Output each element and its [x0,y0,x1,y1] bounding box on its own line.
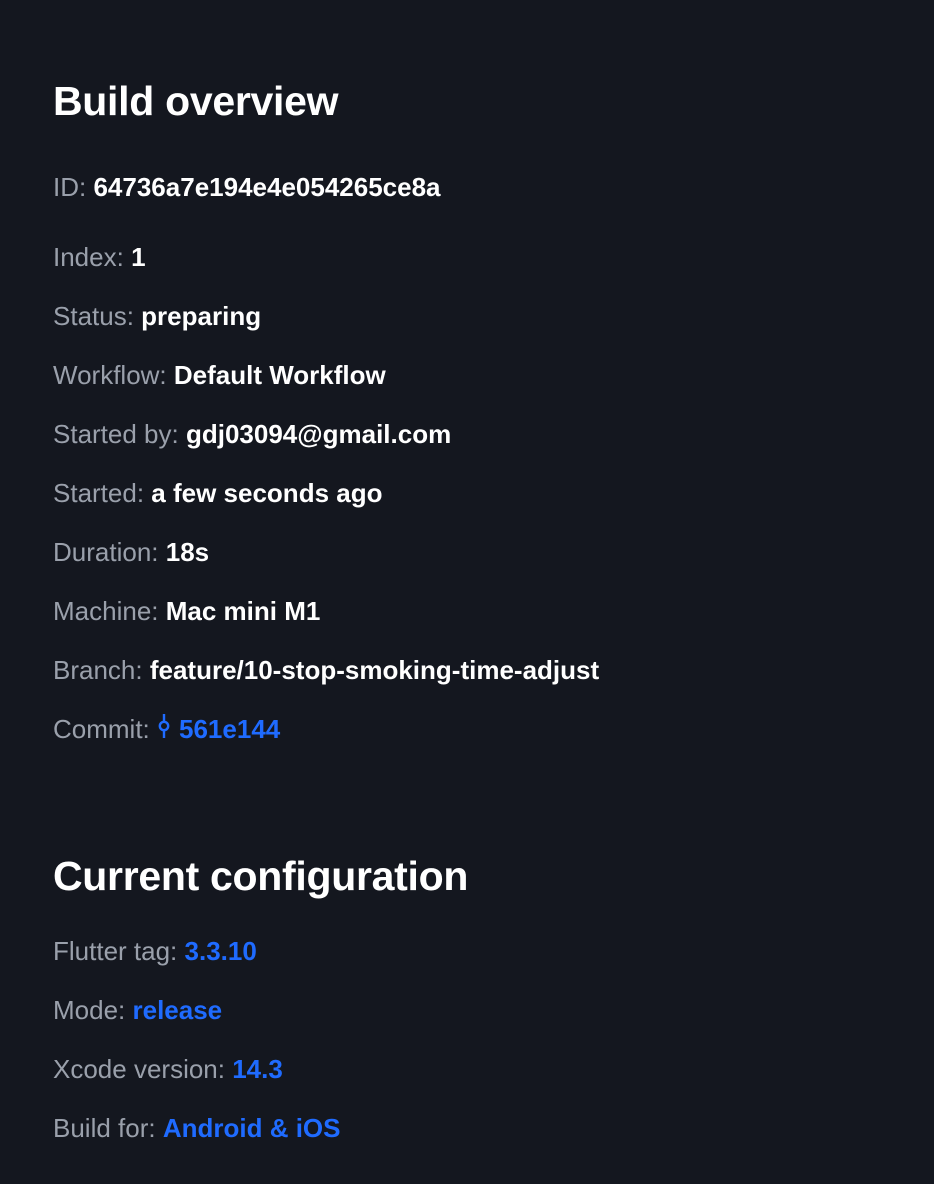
commit-hash: 561e144 [179,714,281,744]
build-index-label: Index: [53,242,124,272]
duration-label: Duration: [53,537,159,567]
build-index-value: 1 [131,242,146,272]
machine-label: Machine: [53,596,159,626]
commit-row: Commit: 561e144 [53,714,280,742]
flutter-tag-row: Flutter tag: 3.3.10 [53,938,257,964]
build-id-row: ID: 64736a7e194e4e054265ce8a [53,174,441,200]
flutter-tag-link[interactable]: 3.3.10 [185,936,257,966]
build-status-row: Status: preparing [53,303,261,329]
duration-value: 18s [165,537,210,567]
build-id-value: 64736a7e194e4e054265ce8a [93,172,441,202]
machine-value: Mac mini M1 [165,596,321,626]
mode-label: Mode: [53,995,126,1025]
mode-link[interactable]: release [133,995,223,1025]
started-by-value: gdj03094@gmail.com [185,419,452,449]
started-row: Started: a few seconds ago [53,480,382,506]
branch-row: Branch: feature/10-stop-smoking-time-adj… [53,657,599,683]
workflow-value: Default Workflow [173,360,386,390]
workflow-row: Workflow: Default Workflow [53,362,386,388]
workflow-label: Workflow: [53,360,167,390]
started-by-label: Started by: [53,419,179,449]
build-status-label: Status: [53,301,134,331]
build-for-label: Build for: [53,1113,156,1143]
commit-link[interactable]: 561e144 [157,714,280,744]
started-value: a few seconds ago [151,478,383,508]
started-by-row: Started by: gdj03094@gmail.com [53,421,451,447]
xcode-version-row: Xcode version: 14.3 [53,1056,283,1082]
xcode-version-label: Xcode version: [53,1054,225,1084]
duration-row: Duration: 18s [53,539,209,565]
git-commit-icon [158,714,170,738]
xcode-version-link[interactable]: 14.3 [232,1054,283,1084]
build-status-value: preparing [141,301,262,331]
machine-row: Machine: Mac mini M1 [53,598,320,624]
build-index-row: Index: 1 [53,244,146,270]
build-for-row: Build for: Android & iOS [53,1115,341,1141]
started-label: Started: [53,478,145,508]
build-for-link[interactable]: Android & iOS [163,1113,341,1143]
current-configuration-title: Current configuration [53,853,469,899]
mode-row: Mode: release [53,997,222,1023]
build-overview-title: Build overview [53,78,339,124]
branch-label: Branch: [53,655,143,685]
branch-value: feature/10-stop-smoking-time-adjust [149,655,600,685]
build-id-label: ID: [53,172,87,202]
commit-label: Commit: [53,714,150,744]
flutter-tag-label: Flutter tag: [53,936,178,966]
